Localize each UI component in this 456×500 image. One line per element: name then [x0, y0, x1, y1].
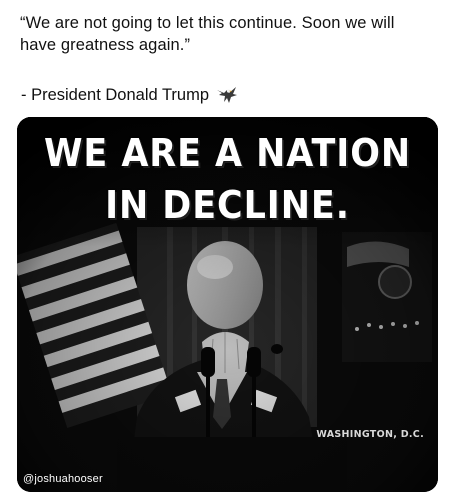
eagle-icon — [215, 84, 239, 106]
attribution-text: - President Donald Trump — [21, 86, 210, 104]
watermark-handle: @joshuahooser — [23, 473, 103, 485]
location-caption: WASHINGTON, D.C. — [316, 429, 424, 440]
post-text: “We are not going to let this continue. … — [20, 12, 440, 56]
headline-line-1: WE ARE A NATION — [43, 131, 412, 175]
media-image[interactable]: WE ARE A NATION IN DECLINE. WASHINGTON, … — [17, 117, 438, 492]
headline-line-2: IN DECLINE. — [105, 183, 350, 227]
quote-line-2: have greatness again.” — [20, 36, 191, 54]
attribution: - President Donald Trump — [21, 84, 239, 106]
quote-line-1: “We are not going to let this continue. … — [20, 14, 395, 32]
